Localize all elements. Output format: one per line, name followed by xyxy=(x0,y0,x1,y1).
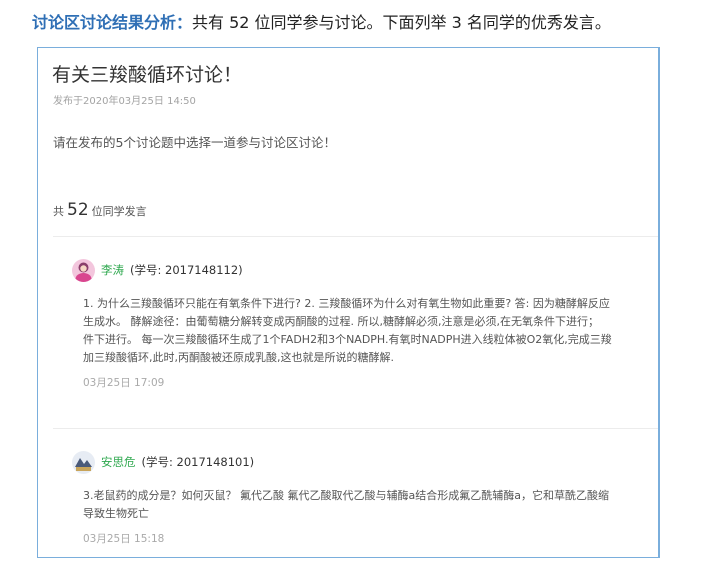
post-item: 安思危 (学号: 2017148101) 3.老鼠药的成分是？如何灭鼠？ 氟代乙… xyxy=(72,450,658,546)
headline-lead: 讨论区讨论结果分析： xyxy=(32,13,193,32)
count-prefix: 共 xyxy=(53,205,64,218)
post-item: 李涛 (学号: 2017148112) 1. 为什么三羧酸循环只能在有氧条件下进… xyxy=(72,258,658,390)
post-author[interactable]: 李涛 xyxy=(101,262,124,278)
headline-summary: 共有 52 位同学参与讨论。下面列举 3 名同学的优秀发言。 xyxy=(192,13,611,32)
participant-count: 共 52 位同学发言 xyxy=(53,200,147,220)
post-line: 件下进行。 每一次三羧酸循环生成了1个FADH2和3个NADPH.有氧时NADP… xyxy=(83,333,612,346)
post-student-id: (学号: 2017148112) xyxy=(130,263,243,277)
count-number: 52 xyxy=(67,200,89,220)
avatar[interactable] xyxy=(72,258,95,282)
post-time: 03月25日 17:09 xyxy=(83,377,165,389)
topic-description: 请在发布的5个讨论题中选择一道参与讨论区讨论！ xyxy=(53,135,336,150)
topic-published-time: 发布于2020年03月25日 14:50 xyxy=(53,96,196,107)
post-line: 加三羧酸循环,此时,丙酮酸被还原成乳酸,这也就是所说的糖酵解. xyxy=(83,351,394,364)
divider xyxy=(53,236,658,237)
post-header: 李涛 (学号: 2017148112) xyxy=(72,258,658,282)
post-line: 1. 为什么三羧酸循环只能在有氧条件下进行? 2. 三羧酸循环为什么对有氧生物如… xyxy=(83,297,610,310)
post-student-id: (学号: 2017148101) xyxy=(141,455,255,469)
post-time: 03月25日 15:18 xyxy=(83,533,165,545)
post-header: 安思危 (学号: 2017148101) xyxy=(72,450,658,474)
section-headline: 讨论区讨论结果分析：共有 52 位同学参与讨论。下面列举 3 名同学的优秀发言。 xyxy=(32,10,611,36)
topic-title: 有关三羧酸循环讨论！ xyxy=(52,64,243,86)
avatar[interactable] xyxy=(72,450,95,474)
divider xyxy=(53,428,658,429)
post-author[interactable]: 安思危 xyxy=(101,454,136,470)
count-suffix: 位同学发言 xyxy=(91,205,147,218)
post-line: 3.老鼠药的成分是？如何灭鼠？ 氟代乙酸 氟代乙酸取代乙酸与辅酶a结合形成氟乙酰… xyxy=(83,489,609,502)
post-content: 3.老鼠药的成分是？如何灭鼠？ 氟代乙酸 氟代乙酸取代乙酸与辅酶a结合形成氟乙酰… xyxy=(83,487,658,523)
post-content: 1. 为什么三羧酸循环只能在有氧条件下进行? 2. 三羧酸循环为什么对有氧生物如… xyxy=(83,295,658,367)
discussion-panel: 有关三羧酸循环讨论！ 发布于2020年03月25日 14:50 请在发布的5个讨… xyxy=(37,47,660,558)
post-line: 生成水。 酵解途径：由葡萄糖分解转变成丙酮酸的过程. 所以,糖酵解必须,注意是必… xyxy=(83,315,599,328)
post-line: 导致生物死亡 xyxy=(83,507,149,520)
